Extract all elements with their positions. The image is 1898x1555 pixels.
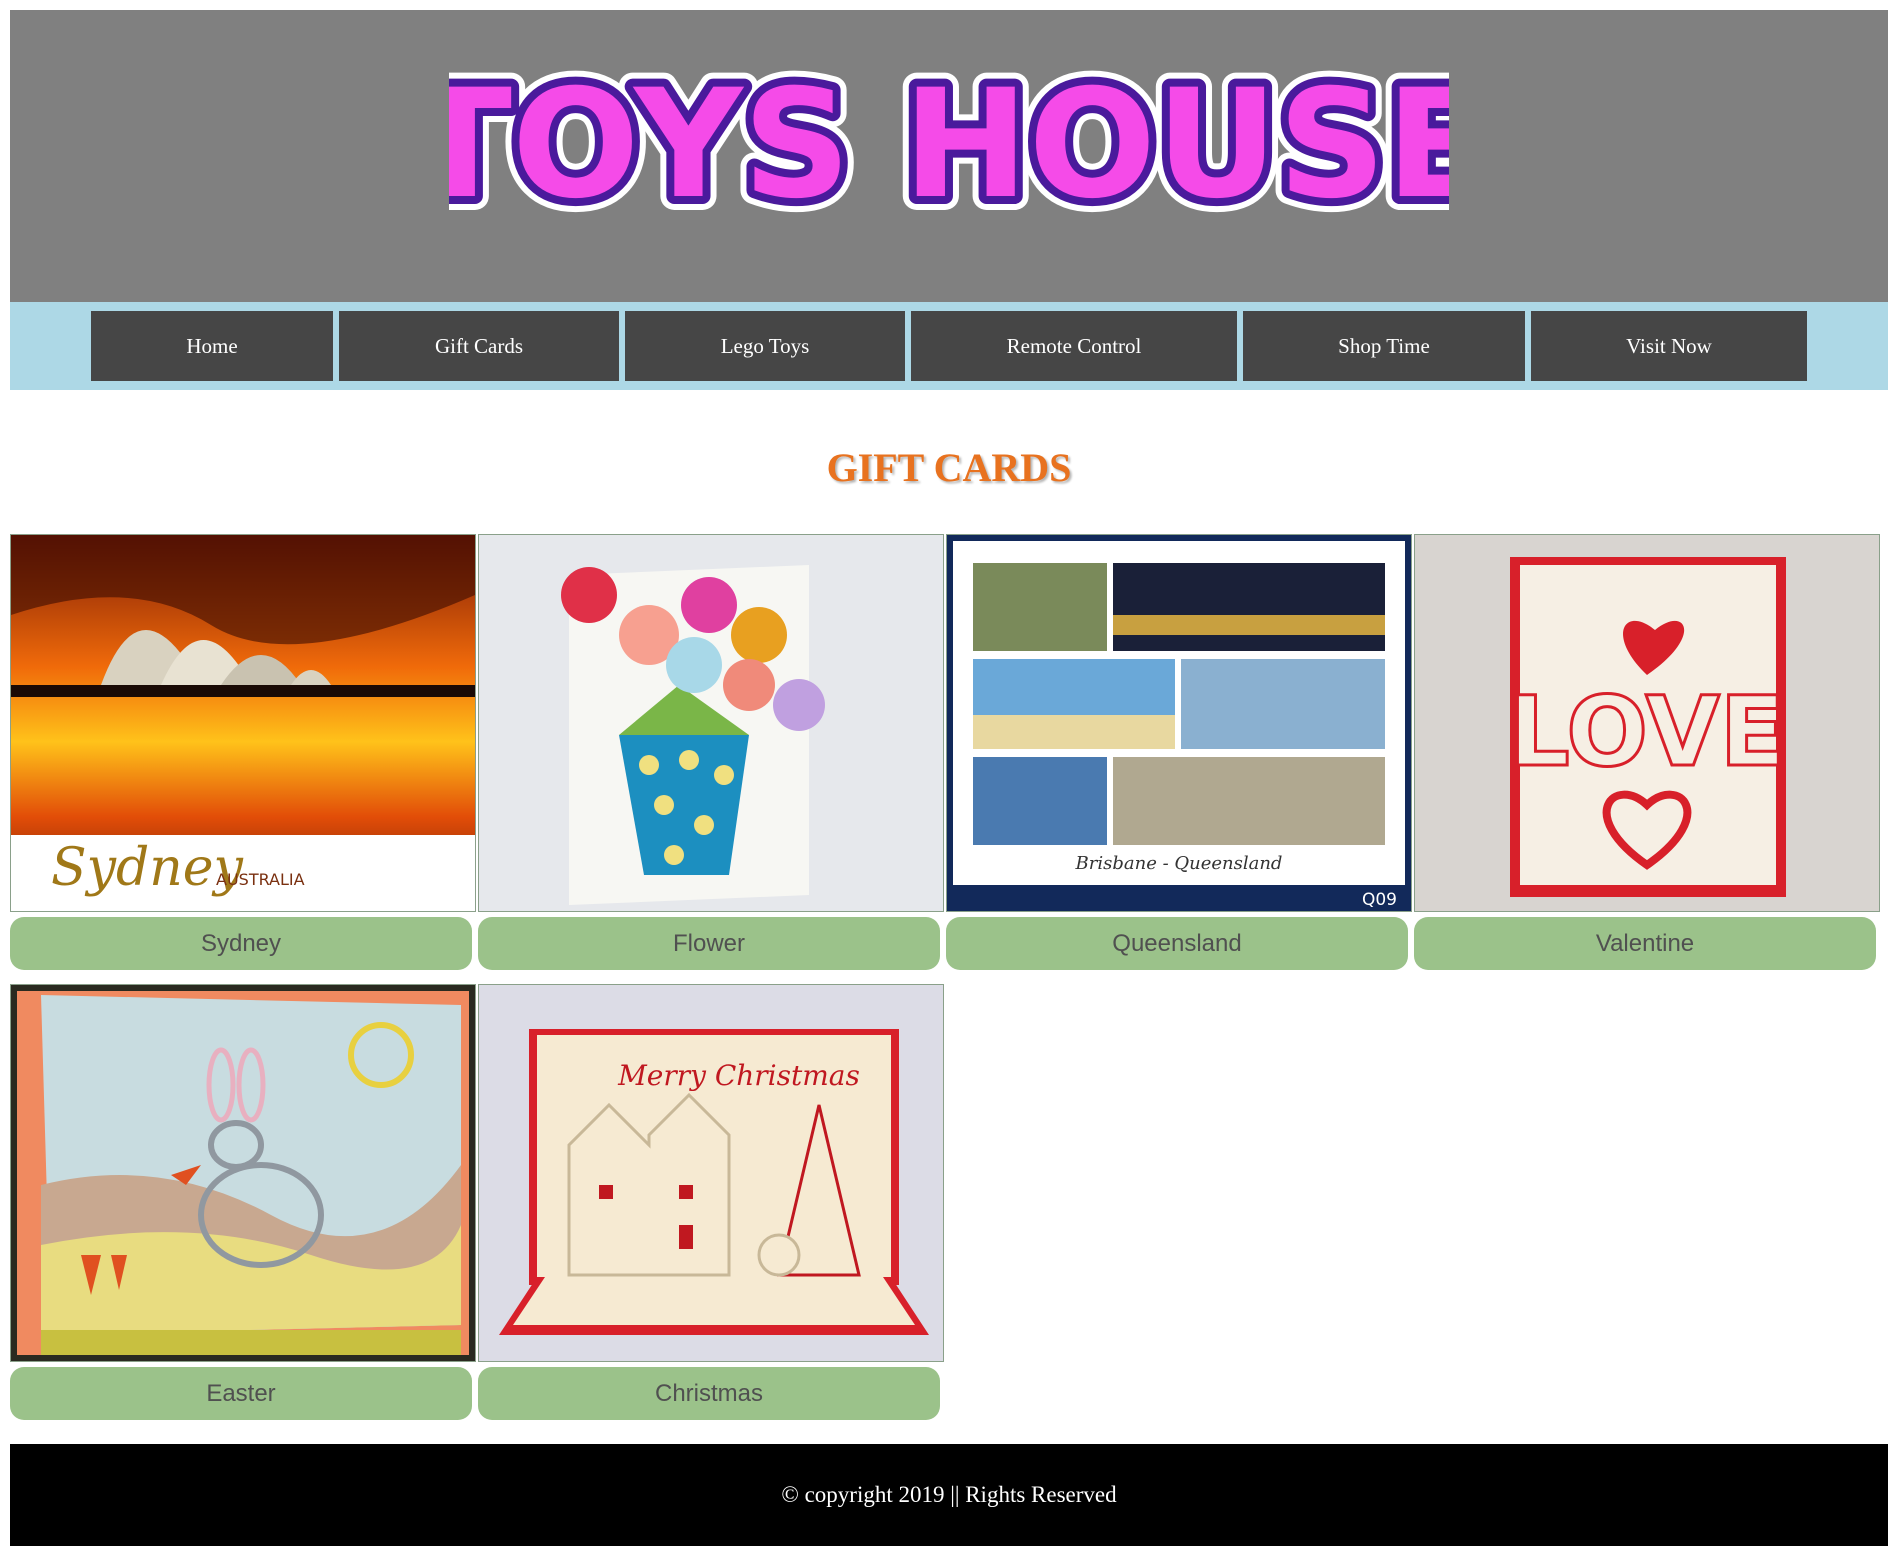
gift-card-flower: Flower — [478, 534, 944, 970]
gift-card-christmas: Merry Christmas Christmas — [478, 984, 944, 1420]
svg-text:Merry Christmas: Merry Christmas — [617, 1059, 860, 1092]
main-nav: Home Gift Cards Lego Toys Remote Control… — [10, 302, 1888, 390]
svg-text:AUSTRALIA: AUSTRALIA — [216, 870, 305, 889]
christmas-image[interactable]: Merry Christmas — [478, 984, 944, 1362]
gift-card-queensland: Brisbane - Queensland Q09 Queensland — [946, 534, 1412, 970]
caption-sydney[interactable]: Sydney — [10, 917, 472, 970]
svg-text:TOYS HOUSE: TOYS HOUSE — [449, 58, 1449, 232]
gift-card-valentine: LOVE Valentine — [1414, 534, 1880, 970]
caption-christmas[interactable]: Christmas — [478, 1367, 940, 1420]
site-footer: © copyright 2019 || Rights Reserved — [10, 1444, 1888, 1546]
nav-home[interactable]: Home — [91, 311, 333, 381]
easter-image[interactable] — [10, 984, 476, 1362]
caption-valentine[interactable]: Valentine — [1414, 917, 1876, 970]
caption-queensland[interactable]: Queensland — [946, 917, 1408, 970]
site-header: TOYS HOUSE TOYS HOUSE — [10, 10, 1888, 302]
gift-card-sydney: Sydney AUSTRALIA Sydney — [10, 534, 476, 970]
svg-text:LOVE: LOVE — [1509, 676, 1786, 788]
svg-text:Brisbane - Queensland: Brisbane - Queensland — [1075, 853, 1283, 874]
caption-easter[interactable]: Easter — [10, 1367, 472, 1420]
nav-remote-control[interactable]: Remote Control — [911, 311, 1237, 381]
valentine-image[interactable]: LOVE — [1414, 534, 1880, 912]
flower-image[interactable] — [478, 534, 944, 912]
nav-visit-now[interactable]: Visit Now — [1531, 311, 1807, 381]
toys-house-logo: TOYS HOUSE TOYS HOUSE — [449, 56, 1449, 246]
nav-shop-time[interactable]: Shop Time — [1243, 311, 1525, 381]
svg-text:Q09: Q09 — [1362, 890, 1397, 910]
nav-gift-cards[interactable]: Gift Cards — [339, 311, 619, 381]
sydney-image[interactable]: Sydney AUSTRALIA — [10, 534, 476, 912]
copyright-text: © copyright 2019 || Rights Reserved — [781, 1482, 1117, 1507]
gift-card-gallery: Sydney AUSTRALIA Sydney Flower Brisbane … — [10, 534, 1888, 1434]
queensland-image[interactable]: Brisbane - Queensland Q09 — [946, 534, 1412, 912]
gift-card-easter: Easter — [10, 984, 476, 1420]
page-title: GIFT CARDS — [826, 445, 1072, 490]
svg-text:Sydney: Sydney — [51, 838, 244, 898]
caption-flower[interactable]: Flower — [478, 917, 940, 970]
nav-lego-toys[interactable]: Lego Toys — [625, 311, 905, 381]
